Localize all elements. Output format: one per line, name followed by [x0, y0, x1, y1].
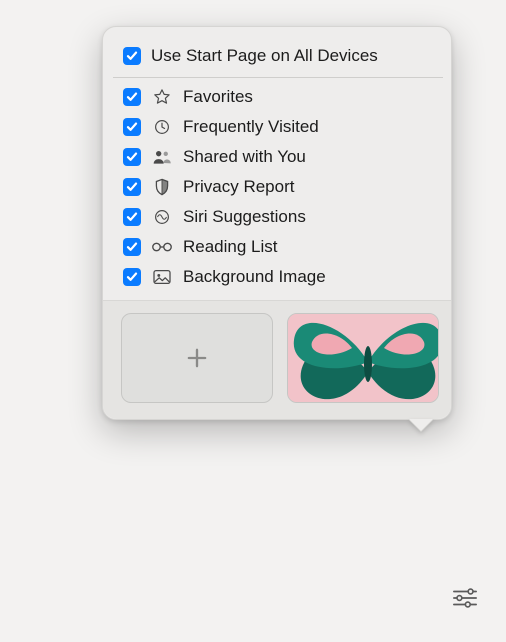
checkmark-icon [126, 151, 138, 163]
option-label: Frequently Visited [183, 117, 437, 137]
option-privacy-report[interactable]: Privacy Report [121, 172, 439, 202]
option-label: Use Start Page on All Devices [151, 46, 437, 66]
separator [113, 77, 443, 78]
background-tile-butterfly[interactable] [287, 313, 439, 403]
checkmark-icon [126, 181, 138, 193]
option-label: Background Image [183, 267, 437, 287]
checkbox-icon[interactable] [123, 208, 141, 226]
checkbox-icon[interactable] [123, 178, 141, 196]
checkmark-icon [126, 121, 138, 133]
option-reading-list[interactable]: Reading List [121, 232, 439, 262]
option-background-image[interactable]: Background Image [121, 262, 439, 292]
siri-icon [151, 208, 173, 226]
checkmark-icon [126, 271, 138, 283]
option-frequently-visited[interactable]: Frequently Visited [121, 112, 439, 142]
image-icon [151, 269, 173, 285]
option-label: Favorites [183, 87, 437, 107]
option-label: Siri Suggestions [183, 207, 437, 227]
customize-start-page-button[interactable] [446, 582, 484, 614]
option-siri-suggestions[interactable]: Siri Suggestions [121, 202, 439, 232]
people-icon [151, 148, 173, 166]
checkbox-icon[interactable] [123, 148, 141, 166]
checkbox-icon[interactable] [123, 238, 141, 256]
checkmark-icon [126, 91, 138, 103]
option-shared-with-you[interactable]: Shared with You [121, 142, 439, 172]
add-background-tile[interactable] [121, 313, 273, 403]
checkbox-icon[interactable] [123, 118, 141, 136]
clock-icon [151, 118, 173, 136]
star-icon [151, 88, 173, 106]
checkbox-icon[interactable] [123, 47, 141, 65]
checkmark-icon [126, 241, 138, 253]
option-label: Reading List [183, 237, 437, 257]
checkmark-icon [126, 50, 138, 62]
popover-arrow [409, 419, 433, 431]
option-label: Privacy Report [183, 177, 437, 197]
option-favorites[interactable]: Favorites [121, 82, 439, 112]
sliders-icon [452, 587, 478, 609]
start-page-settings-popover: Use Start Page on All Devices Favorites … [102, 26, 452, 420]
checkmark-icon [126, 211, 138, 223]
plus-icon [183, 344, 211, 372]
shield-icon [151, 178, 173, 196]
checkbox-icon[interactable] [123, 88, 141, 106]
glasses-icon [151, 240, 173, 254]
option-label: Shared with You [183, 147, 437, 167]
background-thumbnails [103, 300, 451, 419]
checkbox-icon[interactable] [123, 268, 141, 286]
option-use-on-all-devices[interactable]: Use Start Page on All Devices [121, 41, 439, 71]
